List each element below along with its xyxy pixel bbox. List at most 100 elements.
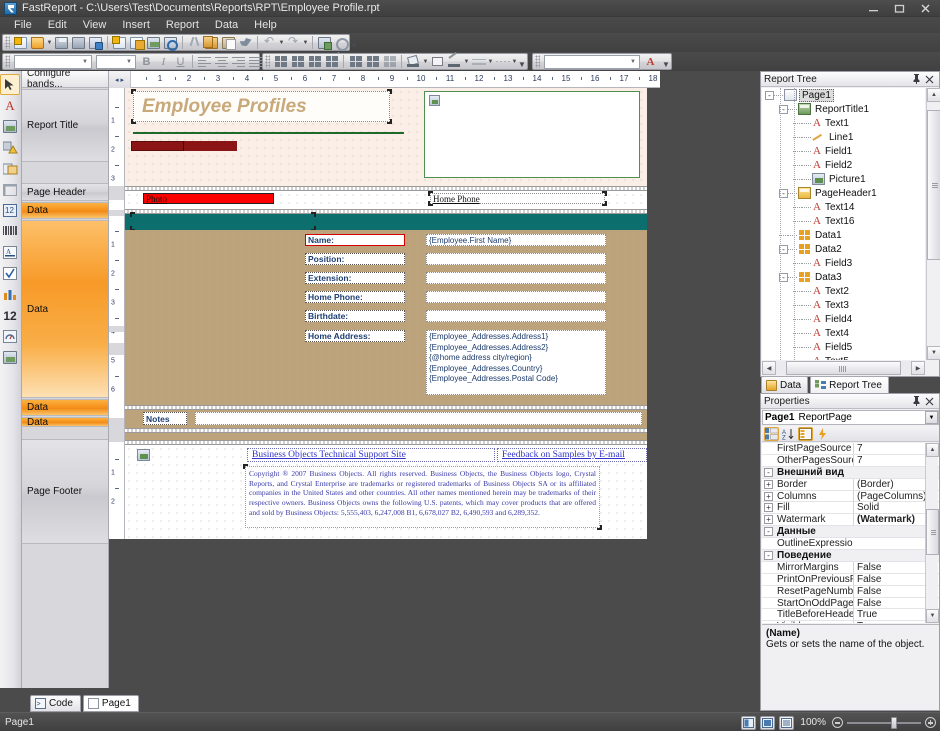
style-editor-button[interactable]: A: [642, 54, 659, 69]
page-header-band[interactable]: Photo Home Phone: [125, 191, 647, 209]
tree-node[interactable]: AField3: [762, 256, 925, 270]
field-label-birthdate[interactable]: Birthdate:: [305, 310, 405, 322]
property-expander[interactable]: -: [764, 468, 773, 477]
home-phone-label-object[interactable]: Home Phone: [430, 193, 605, 204]
bottom-tab-page1[interactable]: Page1: [83, 695, 139, 712]
resize-handle-tr[interactable]: [387, 89, 392, 94]
property-row[interactable]: VisibleTrue: [762, 621, 939, 623]
tree-horizontal-scrollbar[interactable]: ◀ ▶: [762, 361, 925, 375]
property-row[interactable]: FirstPageSource7: [762, 443, 939, 455]
field-value-position[interactable]: [426, 253, 606, 265]
bottom-tab-code[interactable]: > Code: [30, 695, 81, 712]
resize-handle-bl[interactable]: [428, 201, 433, 206]
scroll-down-button[interactable]: ▼: [927, 346, 940, 360]
resize-handle-br[interactable]: [602, 201, 607, 206]
toolbar-grip-icon[interactable]: [265, 55, 270, 68]
field-value-home-phone[interactable]: [426, 291, 606, 303]
page-setup-button[interactable]: [128, 35, 145, 50]
resize-handle-tr[interactable]: [311, 212, 316, 217]
select-tool-button[interactable]: [0, 74, 20, 95]
subreport-object-button[interactable]: [0, 158, 20, 179]
border-right-button[interactable]: [306, 54, 323, 69]
data1-field-object[interactable]: [133, 215, 313, 228]
property-category-row[interactable]: -Данные: [762, 526, 939, 538]
footer-link-support[interactable]: Business Objects Technical Support Site: [247, 448, 495, 462]
toolbar-grip-icon[interactable]: [5, 36, 10, 49]
data-band-small[interactable]: [125, 433, 647, 440]
tree-node[interactable]: -ReportTitle1: [762, 102, 925, 116]
view-page-button[interactable]: [760, 716, 775, 730]
scroll-up-button[interactable]: ▲: [926, 443, 939, 457]
line-width-dropdown[interactable]: ▼: [487, 56, 494, 68]
field-label-extension[interactable]: Extension:: [305, 272, 405, 284]
property-row[interactable]: +Watermark(Watermark): [762, 514, 939, 526]
property-category-row[interactable]: -Внешний вид: [762, 467, 939, 479]
style-combo[interactable]: ▼: [544, 55, 640, 69]
resize-handle-tl[interactable]: [131, 89, 136, 94]
menu-item-view[interactable]: View: [75, 17, 115, 33]
resize-handle-br[interactable]: [597, 525, 602, 530]
border-top-button[interactable]: [323, 54, 340, 69]
zoom-button[interactable]: [162, 35, 179, 50]
ruler-nav-left-icon[interactable]: ◂: [115, 76, 119, 84]
photo-label-object[interactable]: Photo: [143, 193, 274, 204]
field-label-home-phone[interactable]: Home Phone:: [305, 291, 405, 303]
menu-item-report[interactable]: Report: [158, 17, 207, 33]
tree-node[interactable]: -PageHeader1: [762, 186, 925, 200]
zoom-in-button[interactable]: [925, 717, 936, 728]
property-row[interactable]: ResetPageNumbeFalse: [762, 586, 939, 598]
page-footer-band[interactable]: Business Objects Technical Support Site …: [125, 445, 647, 539]
toolbar-grip-icon[interactable]: [5, 55, 10, 68]
polygon-object-button[interactable]: [0, 137, 20, 158]
design-canvas[interactable]: Employee Profiles: [125, 88, 660, 539]
report-title-text-object[interactable]: Employee Profiles: [133, 91, 390, 122]
properties-object-combo[interactable]: Page1 ReportPage ▼: [762, 410, 939, 425]
property-row[interactable]: OutlineExpression: [762, 538, 939, 550]
align-center-button[interactable]: [213, 54, 230, 69]
tree-node[interactable]: AText2: [762, 284, 925, 298]
dock-tab-data[interactable]: Data: [761, 376, 808, 393]
support-site-link[interactable]: Business Objects Technical Support Site: [248, 449, 494, 462]
picture-button[interactable]: [145, 35, 162, 50]
scroll-up-button[interactable]: ▲: [927, 88, 940, 102]
line-color-dropdown[interactable]: ▼: [463, 56, 470, 68]
resize-handle-tl[interactable]: [243, 464, 248, 469]
font-size-combo[interactable]: ▼: [96, 55, 136, 69]
align-right-button[interactable]: [230, 54, 247, 69]
tree-node[interactable]: AText4: [762, 326, 925, 340]
underline-button[interactable]: U: [172, 54, 189, 69]
tree-node[interactable]: AText16: [762, 214, 925, 228]
resize-handle-br[interactable]: [387, 119, 392, 124]
zoom-out-button[interactable]: [832, 717, 843, 728]
zoom-slider[interactable]: [847, 722, 921, 724]
zoom-slider-thumb[interactable]: [891, 717, 897, 729]
tree-vertical-scrollbar[interactable]: ▲ ▼: [926, 88, 940, 360]
tree-node[interactable]: -Data2: [762, 242, 925, 256]
toolbar-overflow-button[interactable]: ▼: [350, 35, 358, 50]
toolbar-grip-icon[interactable]: [535, 55, 540, 68]
preview-button[interactable]: [87, 35, 104, 50]
border-none-button[interactable]: [381, 54, 398, 69]
scroll-thumb[interactable]: [927, 110, 940, 260]
field-value-name[interactable]: {Employee.First Name}: [426, 234, 606, 246]
property-row[interactable]: +Columns(PageColumns): [762, 491, 939, 503]
ruler-nav-buttons[interactable]: ◂ ▸: [109, 71, 131, 88]
properties-scrollbar[interactable]: ▲ ▼: [925, 443, 938, 623]
ruler-nav-right-icon[interactable]: ▸: [121, 76, 125, 84]
tree-node[interactable]: Data1: [762, 228, 925, 242]
line-width-button[interactable]: [470, 54, 487, 69]
field-label-home-address[interactable]: Home Address:: [305, 330, 405, 342]
tree-node[interactable]: AField4: [762, 312, 925, 326]
open-report-button[interactable]: [29, 35, 46, 50]
property-expander[interactable]: +: [764, 515, 773, 524]
property-row[interactable]: OtherPagesSourc7: [762, 455, 939, 467]
line-style-dropdown[interactable]: ▼: [511, 56, 518, 68]
property-row[interactable]: MirrorMarginsFalse: [762, 562, 939, 574]
picture-object-button[interactable]: [0, 116, 20, 137]
property-category-row[interactable]: -Поведение: [762, 550, 939, 562]
group-button[interactable]: [316, 35, 333, 50]
property-row[interactable]: +FillSolid: [762, 502, 939, 514]
fill-color-dropdown[interactable]: ▼: [422, 56, 429, 68]
minimize-button[interactable]: [860, 1, 886, 16]
resize-handle-bl[interactable]: [131, 119, 136, 124]
